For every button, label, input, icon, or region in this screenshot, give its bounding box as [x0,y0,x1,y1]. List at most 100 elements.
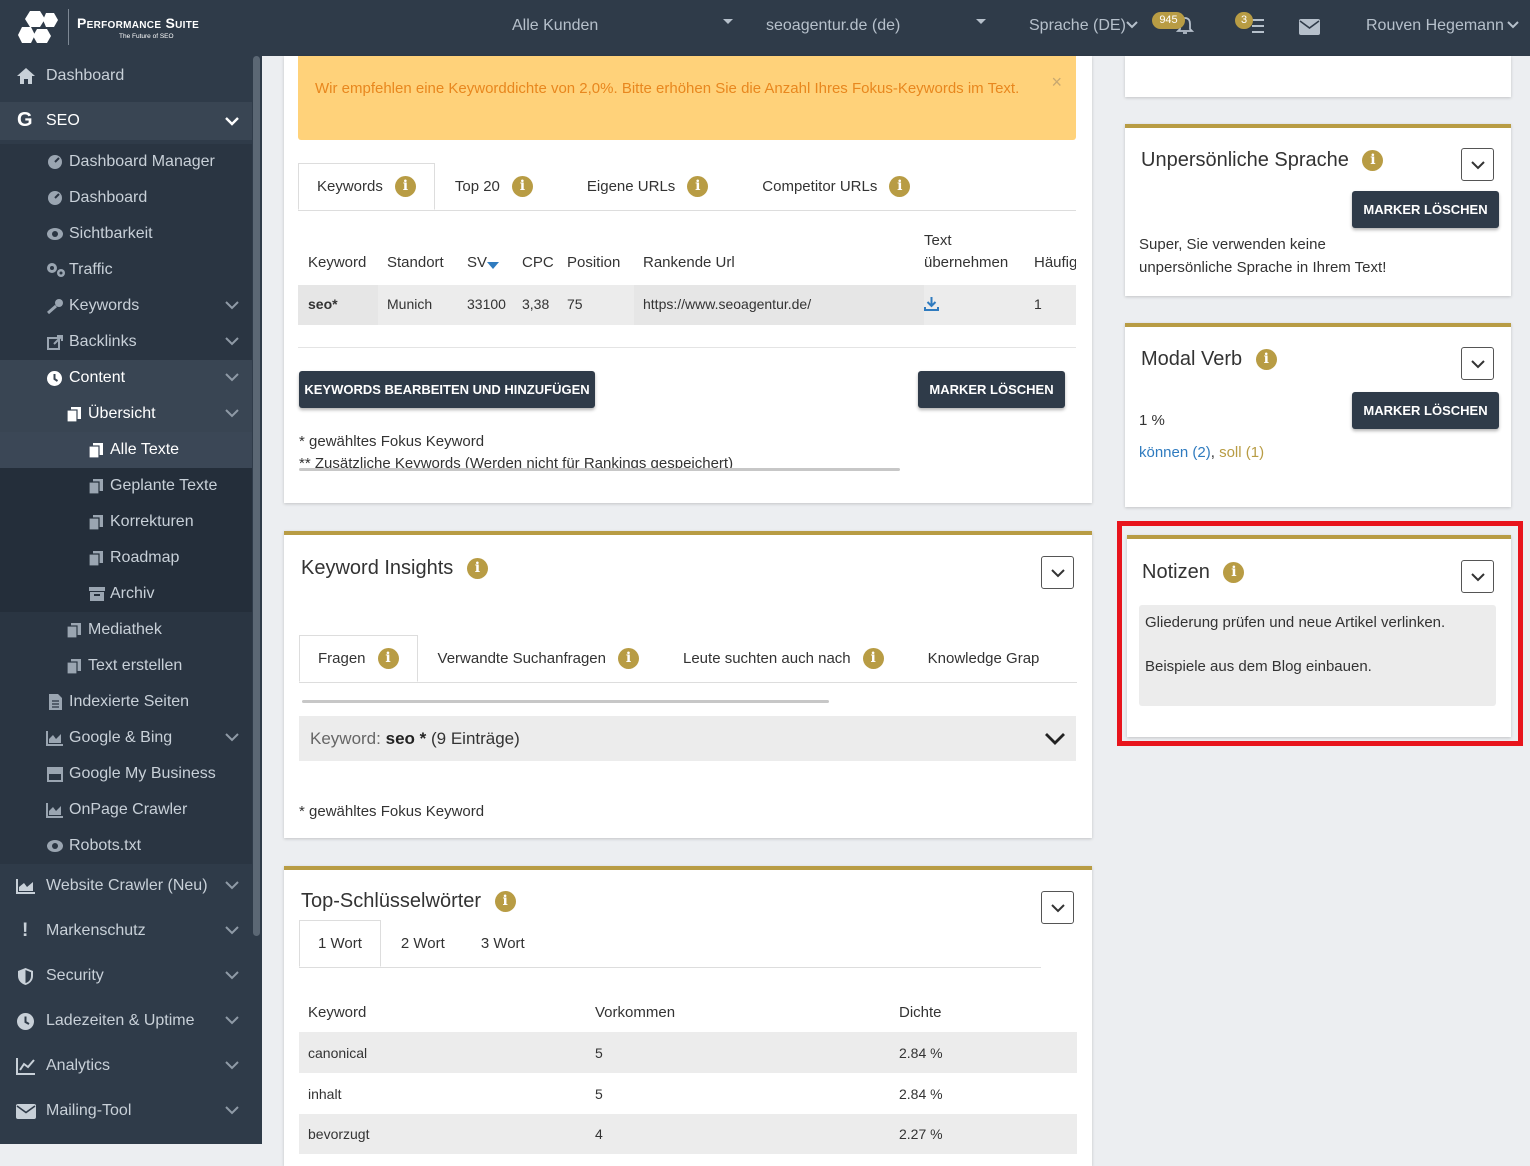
customer-select[interactable]: Alle Kunden [512,17,598,35]
tab-leute-suchten-auch[interactable]: Leute suchten auch nach i [657,635,902,682]
top-bar: Performance Suite The Future of SEO Alle… [0,0,1530,56]
sidebar-item-dashboard[interactable]: Dashboard [0,58,252,94]
chevron-down-icon[interactable] [1506,20,1520,30]
tasks-badge[interactable]: 3 [1235,12,1253,29]
sidebar-item-analytics[interactable]: Analytics [0,1048,252,1084]
sidebar-item-label: Security [46,967,104,984]
download-icon[interactable] [924,296,939,311]
sidebar-item-geplante-texte[interactable]: Geplante Texte [0,468,252,504]
close-icon[interactable]: × [1051,72,1062,93]
sidebar-item-onpage-crawler[interactable]: OnPage Crawler [0,792,252,828]
verb-soll[interactable]: soll (1) [1219,444,1264,461]
info-icon[interactable]: i [889,176,911,197]
clear-markers-button[interactable]: MARKER LÖSCHEN [1352,191,1499,228]
sidebar-item-korrekturen[interactable]: Korrekturen [0,504,252,540]
sidebar-item-label: Dashboard Manager [69,153,215,170]
collapse-toggle[interactable] [1041,556,1074,589]
collapse-toggle[interactable] [1461,560,1494,593]
sidebar-item-label: Analytics [46,1057,111,1074]
tab-2-wort[interactable]: 2 Wort [381,920,463,967]
sidebar-item-indexierte-seiten[interactable]: Indexierte Seiten [0,684,252,720]
sidebar-item-archiv[interactable]: Archiv [0,576,252,612]
tab-knowledge-graph[interactable]: Knowledge Grap [902,635,1058,682]
chevron-down-icon[interactable] [1125,20,1139,30]
col-sv-sortable[interactable]: SV [467,254,487,271]
chevron-down-icon[interactable] [976,19,986,24]
collapse-toggle[interactable] [1041,891,1074,924]
info-icon[interactable]: i [466,558,488,580]
info-icon[interactable]: i [494,891,516,913]
collapse-toggle[interactable] [1461,347,1494,380]
tab-fragen[interactable]: Fragen i [299,635,418,682]
logo[interactable]: Performance Suite The Future of SEO [16,9,199,45]
info-icon[interactable]: i [511,176,533,197]
sidebar-item-dashboard-manager[interactable]: Dashboard Manager [0,144,252,180]
tab-top-20[interactable]: Top 20 i [435,163,551,210]
project-select[interactable]: seoagentur.de (de) [766,17,900,35]
info-icon[interactable]: i [1223,562,1245,584]
sidebar-item-google-my-business[interactable]: Google My Business [0,756,252,792]
user-menu[interactable]: Rouven Hegemann [1366,17,1504,35]
language-select[interactable]: Sprache (DE) [1029,17,1126,35]
info-icon[interactable]: i [1255,349,1277,371]
col-keyword: Keyword [308,1004,367,1021]
tab-eigene-urls[interactable]: Eigene URLs i [551,163,726,210]
verb-koennen[interactable]: können (2) [1139,444,1211,461]
brand-name: Performance Suite [77,14,200,31]
tab-verwandte-suchanfragen[interactable]: Verwandte Suchanfragen i [418,635,657,682]
tab-competitor-urls[interactable]: Competitor URLs i [726,163,928,210]
sidebar-item-mailing[interactable]: Mailing-Tool [0,1093,252,1129]
info-icon[interactable]: i [687,176,709,197]
row-count: 5 [595,1045,603,1061]
sidebar-item-backlinks[interactable]: Backlinks [0,324,252,360]
col-rankende-url: Rankende Url [643,254,735,271]
panel-title: Top-Schlüsselwörter i [301,890,516,913]
collapse-toggle[interactable] [1461,148,1494,181]
sort-desc-icon[interactable] [487,262,499,270]
info-icon[interactable]: i [394,176,416,197]
info-icon[interactable]: i [1362,150,1384,172]
row-url[interactable]: https://www.seoagentur.de/ [643,296,811,312]
sidebar-item-traffic[interactable]: Traffic [0,252,252,288]
panel-title-text: Top-Schlüsselwörter [301,890,482,912]
notes-textarea[interactable]: Gliederung prüfen und neue Artikel verli… [1139,605,1496,706]
sidebar-item-sichtbarkeit[interactable]: Sichtbarkeit [0,216,252,252]
sidebar-item-roadmap[interactable]: Roadmap [0,540,252,576]
sidebar-item-keywords[interactable]: Keywords [0,288,252,324]
mail-icon[interactable] [1299,19,1320,35]
tab-keywords[interactable]: Keywords i [298,163,435,210]
sidebar-item-text-erstellen[interactable]: Text erstellen [0,648,252,684]
horizontal-scrollbar[interactable] [299,468,900,471]
sidebar-item-robots[interactable]: Robots.txt [0,828,252,864]
sidebar-item-security[interactable]: Security [0,958,252,994]
sidebar-item-content[interactable]: Content [0,360,252,396]
sidebar-item-google-bing[interactable]: Google & Bing [0,720,252,756]
sidebar-item-uebersicht[interactable]: Übersicht [0,396,252,432]
panel-title: Unpersönliche Sprache i [1141,149,1384,172]
unpersoenliche-sprache-panel: Unpersönliche Sprache i MARKER LÖSCHEN S… [1125,124,1511,296]
edit-keywords-button[interactable]: KEYWORDS BEARBEITEN UND HINZUFÜGEN [299,371,595,408]
sidebar-item-ladezeiten[interactable]: Ladezeiten & Uptime [0,1003,252,1039]
info-icon[interactable]: i [377,648,399,669]
keyword-accordion[interactable]: Keyword: seo * (9 Einträge) [299,716,1076,761]
info-icon[interactable]: i [618,648,639,669]
sidebar-item-markenschutz[interactable]: ! Markenschutz [0,913,252,949]
sidebar-item-dashboard-sub[interactable]: Dashboard [0,180,252,216]
sidebar-item-mediathek[interactable]: Mediathek [0,612,252,648]
area-chart-icon [46,803,63,818]
copy-icon [66,407,81,423]
notifications-badge[interactable]: 945 [1152,12,1185,29]
clear-markers-button[interactable]: MARKER LÖSCHEN [918,371,1065,408]
horizontal-scrollbar[interactable] [302,700,829,703]
sidebar-item-website-crawler[interactable]: Website Crawler (Neu) [0,868,252,904]
tab-3-wort[interactable]: 3 Wort [463,920,543,967]
tab-1-wort[interactable]: 1 Wort [299,920,381,967]
row-density: 2.27 % [899,1126,943,1142]
hexagon-logo-icon [18,11,58,43]
sidebar-item-seo[interactable]: G SEO [0,102,252,140]
chevron-down-icon[interactable] [723,19,733,24]
clear-markers-button[interactable]: MARKER LÖSCHEN [1352,392,1499,429]
sidebar-item-alle-texte[interactable]: Alle Texte [0,432,252,468]
sidebar-scrollbar[interactable] [253,56,260,936]
info-icon[interactable]: i [862,648,884,669]
